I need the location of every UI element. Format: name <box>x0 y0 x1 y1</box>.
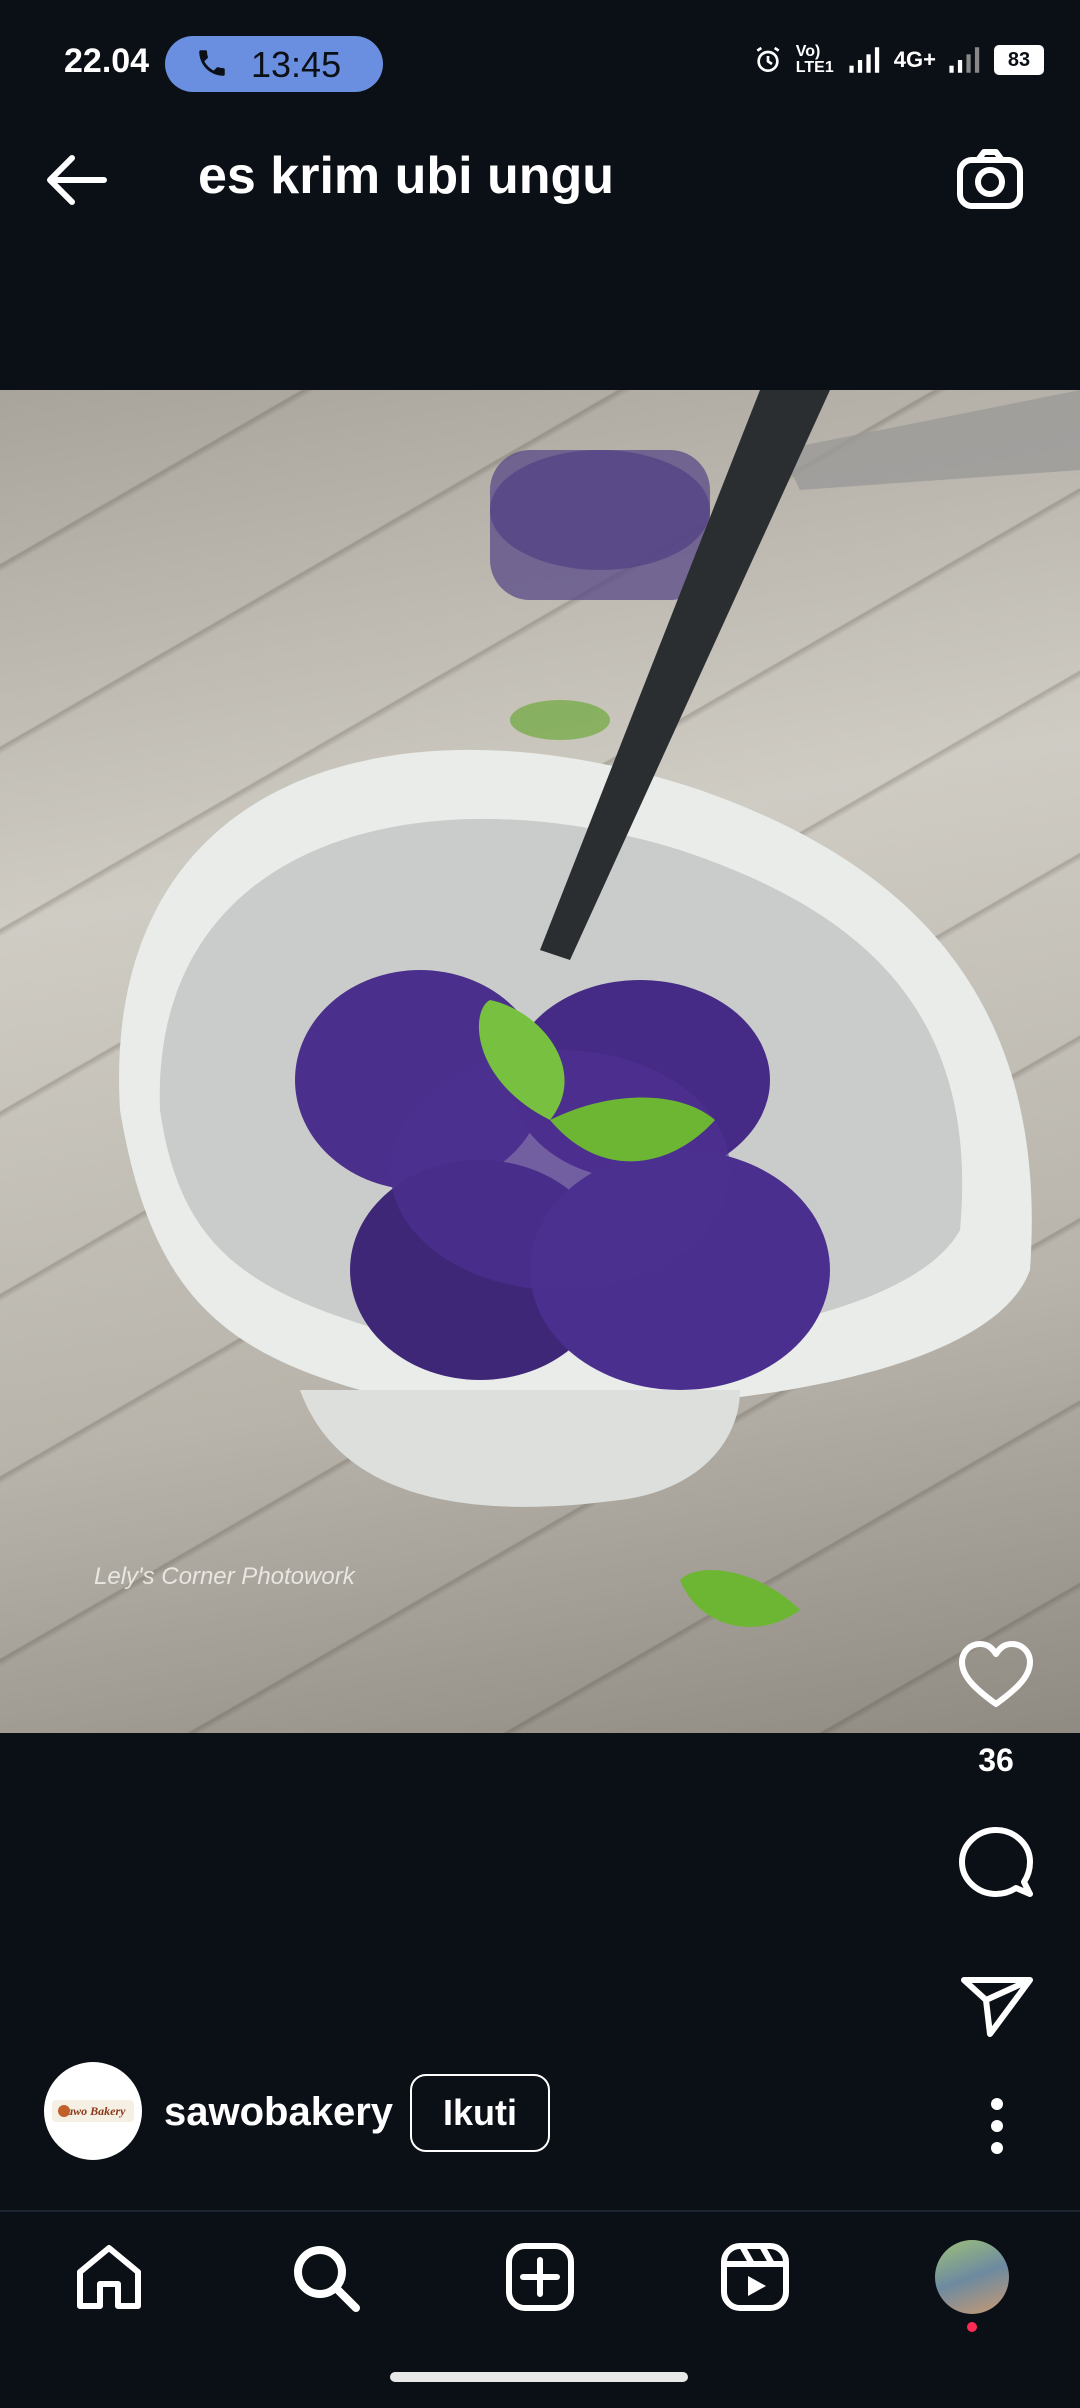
comment-bubble-icon[interactable] <box>958 1824 1034 1900</box>
volte-label: Vo) LTE1 <box>795 43 834 76</box>
more-vertical-icon[interactable] <box>980 2096 1014 2156</box>
page-title: es krim ubi ungu <box>198 147 615 205</box>
profile-avatar[interactable] <box>935 2240 1009 2314</box>
author-username[interactable]: sawobakery <box>164 2090 393 2135</box>
sawo-bakery-logo: Sawo Bakery <box>52 2100 134 2122</box>
follow-button[interactable]: Ikuti <box>410 2074 550 2152</box>
heart-icon[interactable] <box>958 1640 1034 1710</box>
search-icon[interactable] <box>288 2240 362 2314</box>
reels-icon[interactable] <box>718 2240 792 2314</box>
signal-icon <box>849 47 879 73</box>
svg-text:Sawo Bakery: Sawo Bakery <box>60 2104 126 2118</box>
paper-plane-icon[interactable] <box>960 1974 1034 2040</box>
photo-watermark: Lely's Corner Photowork <box>94 1563 355 1590</box>
ongoing-call-pill[interactable]: 13:45 <box>165 36 383 92</box>
phone-icon <box>199 50 225 76</box>
alarm-icon <box>756 46 780 72</box>
signal-2-icon <box>949 47 980 73</box>
notification-dot <box>967 2322 977 2332</box>
plus-square-icon[interactable] <box>503 2240 577 2314</box>
ice-cream-photo <box>119 390 1080 1627</box>
network-type: 4G+ <box>893 47 936 72</box>
camera-icon[interactable] <box>956 146 1024 210</box>
call-duration: 13:45 <box>251 44 342 85</box>
author-avatar[interactable]: Sawo Bakery <box>44 2062 142 2160</box>
nav-divider <box>0 2210 1080 2212</box>
home-indicator[interactable] <box>390 2372 688 2382</box>
battery-indicator: 83 <box>994 45 1044 75</box>
arrow-left-icon[interactable] <box>44 150 108 210</box>
like-count[interactable]: 36 <box>960 1742 1032 1779</box>
top-bar <box>0 100 1080 390</box>
status-clock: 22.04 <box>64 42 150 80</box>
status-icons: Vo) LTE1 4G+ 83 <box>752 40 1044 80</box>
post-image[interactable]: Lely's Corner Photowork <box>0 390 1080 1733</box>
home-icon[interactable] <box>72 2240 146 2314</box>
